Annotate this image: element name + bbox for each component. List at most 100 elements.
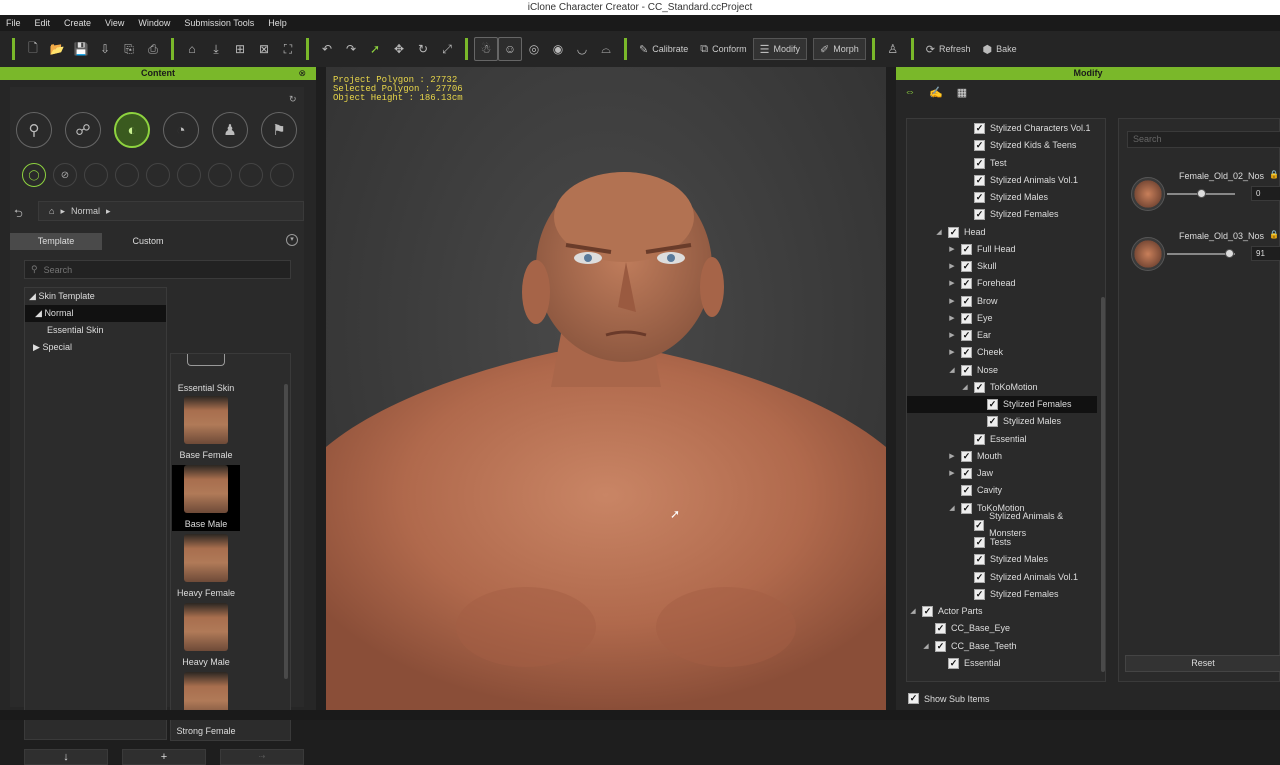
checkbox[interactable]: ✓ [961, 450, 972, 462]
tree-item[interactable]: ✓ Stylized Animals Vol.1 [907, 569, 1097, 586]
checkbox[interactable]: ✓ [974, 537, 985, 548]
tree-item-skin-template[interactable]: ◢ Skin Template [25, 288, 166, 305]
checkbox[interactable]: ✓ [961, 468, 972, 479]
head-view-icon[interactable]: ☺ [498, 37, 522, 61]
checkbox[interactable]: ✓ [961, 312, 972, 324]
collapse-icon[interactable]: ◢ [948, 362, 956, 379]
sub-slot-icon[interactable] [239, 163, 263, 187]
show-sub-items-toggle[interactable]: ✓ Show Sub Items [908, 693, 990, 704]
sliders-tab-icon[interactable]: ⇔ [902, 86, 918, 102]
menu-item-help[interactable]: Help [268, 18, 287, 28]
slider-value-input[interactable]: 0 [1251, 186, 1280, 201]
checkbox[interactable]: ✓ [974, 588, 985, 600]
collapse-icon[interactable]: ◢ [909, 603, 917, 620]
modify-button[interactable]: ☰ Modify [752, 38, 808, 60]
morph-tab-icon[interactable]: ✍ [928, 86, 944, 102]
checkbox[interactable]: ✓ [974, 140, 985, 152]
clothing-category-icon[interactable]: ♟ [212, 112, 248, 148]
collapse-icon[interactable]: ◢ [935, 224, 943, 241]
checkbox[interactable]: ✓ [974, 209, 985, 221]
thumbnail-item[interactable]: Base Male [172, 465, 240, 531]
menu-item-file[interactable]: File [6, 18, 21, 28]
body-category-icon[interactable]: ⚲ [16, 112, 52, 148]
slider-handle[interactable] [1197, 189, 1206, 198]
checkbox[interactable]: ✓ [961, 347, 972, 359]
thumbnail-item[interactable]: Base Female [172, 396, 240, 462]
checkbox[interactable]: ✓ [974, 571, 985, 583]
sub-slot-icon[interactable] [177, 163, 201, 187]
tree-item[interactable]: ✓ Stylized Kids & Teens [907, 137, 1097, 154]
tab-custom[interactable]: Custom [102, 233, 194, 250]
refresh-icon[interactable]: ↻ [289, 94, 297, 105]
accessory-category-icon[interactable]: ⚑ [261, 112, 297, 148]
tree-item[interactable]: ✓ Tests [907, 534, 1097, 551]
rotate-icon[interactable]: ↻ [411, 37, 435, 61]
sub-slot-icon[interactable] [146, 163, 170, 187]
tree-item[interactable]: ▶ ✓ Forehead [907, 275, 1097, 292]
checkbox[interactable]: ✓ [961, 485, 972, 497]
collapse-icon[interactable]: ◢ [922, 638, 930, 655]
calibrate-button[interactable]: ✎ Calibrate [633, 38, 694, 60]
expand-icon[interactable]: ▶ [948, 465, 956, 482]
tree-item[interactable]: ✓ Stylized Females [907, 586, 1097, 603]
sub-slot-icon[interactable] [115, 163, 139, 187]
breadcrumb-item[interactable]: Normal [71, 206, 100, 216]
slider-handle[interactable] [1224, 249, 1234, 258]
tree-item[interactable]: ✓ Essential [907, 431, 1097, 448]
tree-item[interactable]: ✓ Stylized Animals & Monsters [907, 511, 1097, 538]
tab-template[interactable]: Template [10, 233, 102, 250]
menu-item-edit[interactable]: Edit [35, 18, 51, 28]
pose-icon[interactable]: ♙ [881, 37, 905, 61]
lock-icon[interactable]: 🔒 [1269, 170, 1279, 179]
new-file-icon[interactable]: 🗋 [21, 37, 45, 61]
tree-item[interactable]: ▶ ✓ Cheek [907, 344, 1097, 361]
tree-item[interactable]: ▶ ✓ Mouth [907, 448, 1097, 465]
sub-all-icon[interactable]: ◯ [22, 163, 46, 187]
tree-item[interactable]: ▶ ✓ Brow [907, 293, 1097, 310]
export-icon[interactable]: ⇩ [93, 37, 117, 61]
move-icon[interactable]: ✥ [387, 37, 411, 61]
checkbox[interactable]: ✓ [961, 364, 972, 376]
tree-item[interactable]: ✓ Essential [907, 655, 1097, 672]
tab-menu-icon[interactable]: ▾ [286, 234, 298, 246]
checkbox[interactable]: ✓ [935, 623, 946, 635]
close-icon[interactable]: ⊗ [298, 67, 306, 80]
reset-button[interactable]: Reset [1125, 655, 1280, 672]
tree-item-normal[interactable]: ◢ Normal [25, 305, 166, 322]
checkbox[interactable]: ✓ [974, 554, 985, 566]
tree-item[interactable]: ▶ ✓ Ear [907, 327, 1097, 344]
checkbox[interactable]: ✓ [987, 416, 998, 428]
apply-button[interactable]: ⇢ [220, 749, 304, 765]
thumbnail-item[interactable]: Essential Skin [172, 354, 240, 393]
render-icon[interactable]: ⎙ [141, 37, 165, 61]
expand-icon[interactable]: ▶ [948, 293, 956, 310]
tree-item[interactable]: ✓ Stylized Characters Vol.1 [907, 120, 1097, 137]
scale-icon[interactable]: ⤢ [435, 37, 459, 61]
select-arrow-icon[interactable]: ➚ [363, 37, 387, 61]
morph-category-icon[interactable]: ☍ [65, 112, 101, 148]
checkbox[interactable]: ✓ [961, 243, 972, 255]
menu-item-submission-tools[interactable]: Submission Tools [184, 18, 254, 28]
sub-slot-icon[interactable] [84, 163, 108, 187]
undo-icon[interactable]: ↶ [315, 37, 339, 61]
menu-item-window[interactable]: Window [138, 18, 170, 28]
tree-item[interactable]: ▶ ✓ Skull [907, 258, 1097, 275]
checkbox[interactable]: ✓ [948, 657, 959, 669]
content-search[interactable]: ⚲ [24, 260, 291, 279]
expand-icon[interactable]: ▶ [948, 258, 956, 275]
menu-item-view[interactable]: View [105, 18, 124, 28]
checkbox[interactable]: ✓ [974, 433, 985, 445]
tree-item-essential-skin[interactable]: Essential Skin [25, 322, 166, 339]
export-doc-icon[interactable]: ⎘ [117, 37, 141, 61]
checkbox[interactable]: ✓ [974, 192, 985, 203]
lock-icon[interactable]: 🔒 [1269, 230, 1279, 239]
scrollbar[interactable] [284, 384, 288, 679]
thumbnail-item[interactable]: Heavy Female [172, 534, 240, 600]
open-folder-icon[interactable]: 📂 [45, 37, 69, 61]
tree-item[interactable]: ✓ Stylized Females [907, 396, 1097, 413]
redo-icon[interactable]: ↷ [339, 37, 363, 61]
collapse-icon[interactable]: ◢ [948, 500, 956, 517]
tree-item[interactable]: ◢ ✓ Head [907, 224, 1097, 241]
back-arrow-icon[interactable]: ⮌ [14, 205, 23, 224]
skin-category-icon[interactable]: ◐ [114, 112, 150, 148]
